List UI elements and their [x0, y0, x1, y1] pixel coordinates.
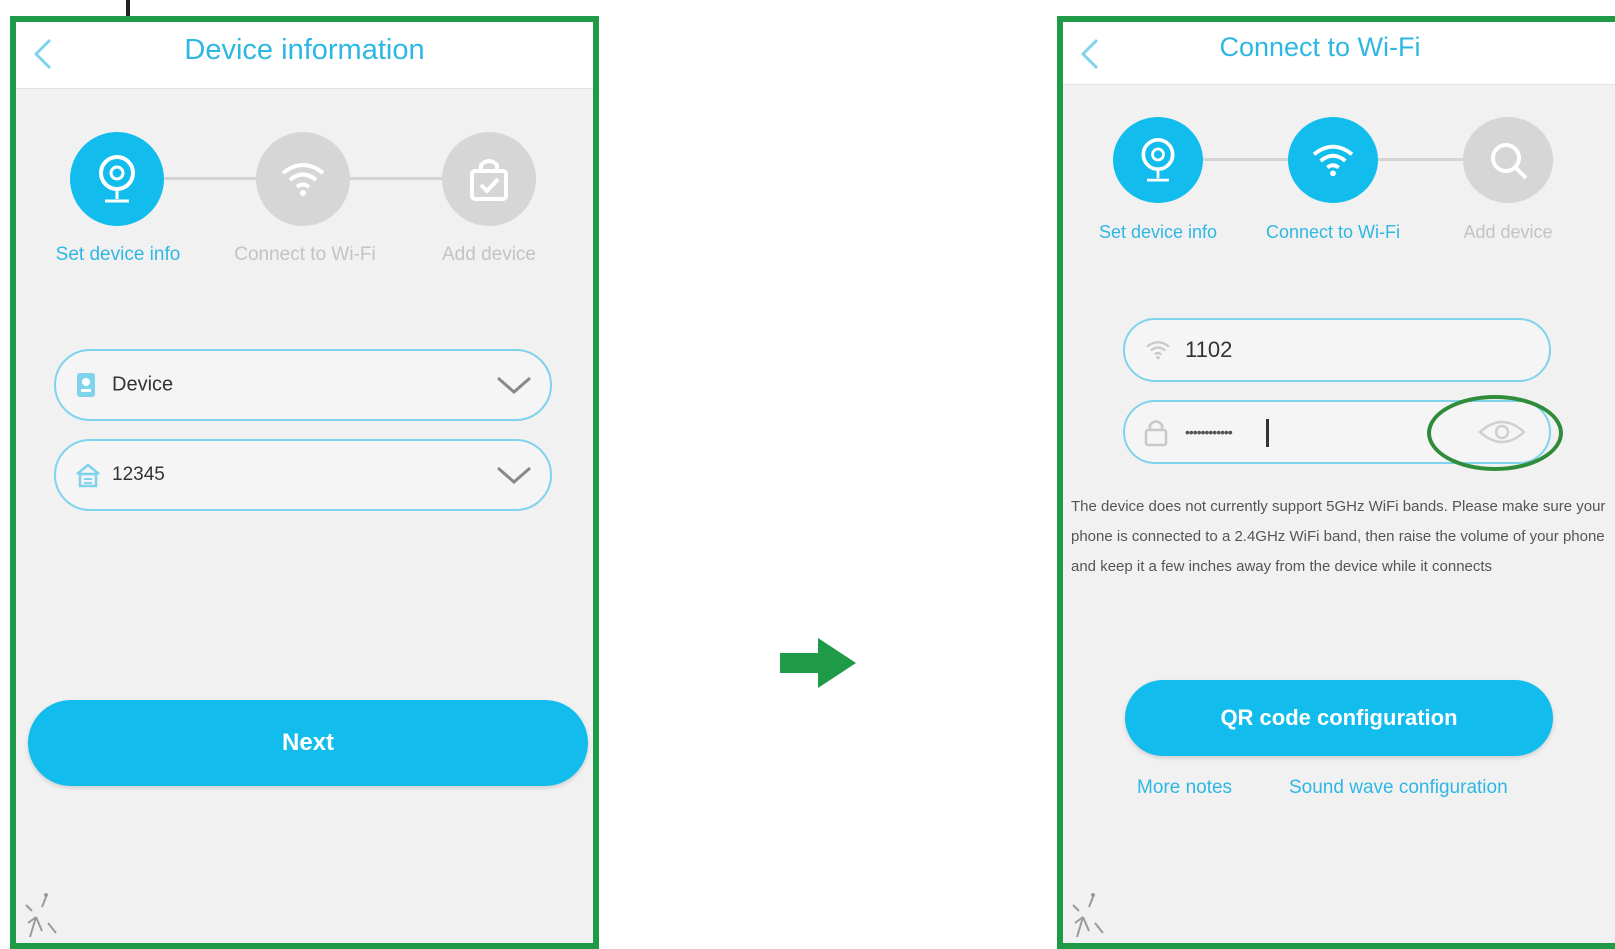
step-connector — [161, 177, 261, 180]
text-cursor — [1266, 419, 1269, 447]
wifi-icon — [1146, 341, 1170, 360]
step-label: Add device — [441, 244, 536, 265]
house-icon — [76, 463, 100, 488]
lock-icon — [1144, 420, 1168, 447]
step-circle-set-device-info — [70, 132, 164, 226]
step-circle-connect-wifi — [1288, 117, 1378, 203]
step-connector — [1368, 158, 1463, 161]
sparkle-decoration-icon — [1072, 893, 1104, 938]
header: Device information — [16, 22, 593, 89]
wifi-password-value: •••••••••••• — [1185, 424, 1233, 440]
device-information-screen: Device information Set device info Conne… — [10, 16, 599, 949]
camera-icon — [99, 155, 135, 203]
sound-wave-configuration-link[interactable]: Sound wave configuration — [1289, 777, 1508, 799]
step-connector — [1193, 158, 1293, 161]
step-circle-add-device — [1463, 117, 1553, 203]
step-circle-connect-wifi — [256, 132, 350, 226]
step-label: Set device info — [1098, 222, 1218, 242]
bag-check-icon — [470, 159, 508, 201]
step-label: Connect to Wi-Fi — [234, 244, 376, 265]
step-label: Connect to Wi-Fi — [1265, 222, 1401, 242]
step-label: Add device — [1463, 222, 1553, 242]
chevron-down-icon[interactable] — [496, 375, 532, 395]
wifi-ssid-value: 1102 — [1185, 337, 1233, 362]
room-select-value: 12345 — [112, 464, 165, 485]
qr-code-configuration-button[interactable]: QR code configuration — [1125, 680, 1553, 756]
more-notes-link[interactable]: More notes — [1137, 777, 1232, 799]
step-label: Set device info — [55, 244, 181, 265]
room-select[interactable]: 12345 — [54, 439, 552, 511]
wifi-icon — [281, 163, 325, 196]
device-select-value: Device — [112, 373, 174, 396]
device-icon — [77, 373, 95, 397]
step-circle-add-device — [442, 132, 536, 226]
wifi-icon — [1312, 144, 1354, 177]
chevron-down-icon[interactable] — [496, 465, 532, 485]
camera-icon — [1141, 138, 1175, 182]
sparkle-decoration-icon — [25, 893, 57, 938]
top-edge-marker — [126, 0, 130, 16]
step-circle-set-device-info — [1113, 117, 1203, 203]
next-step-arrow-icon — [780, 638, 856, 688]
page-title: Device information — [184, 34, 425, 66]
eye-highlight-ring — [1427, 395, 1563, 471]
page-title: Connect to Wi-Fi — [1219, 32, 1421, 62]
connect-wifi-screen: Connect to Wi-Fi Set device info Connect… — [1057, 16, 1615, 949]
header: Connect to Wi-Fi — [1063, 22, 1615, 85]
step-connector — [346, 177, 446, 180]
next-button[interactable]: Next — [28, 700, 588, 786]
search-icon — [1491, 143, 1528, 180]
wifi-ssid-field[interactable]: 1102 — [1123, 318, 1551, 382]
device-select[interactable]: Device — [54, 349, 552, 421]
wifi-band-notice: The device does not currently support 5G… — [1071, 498, 1606, 575]
